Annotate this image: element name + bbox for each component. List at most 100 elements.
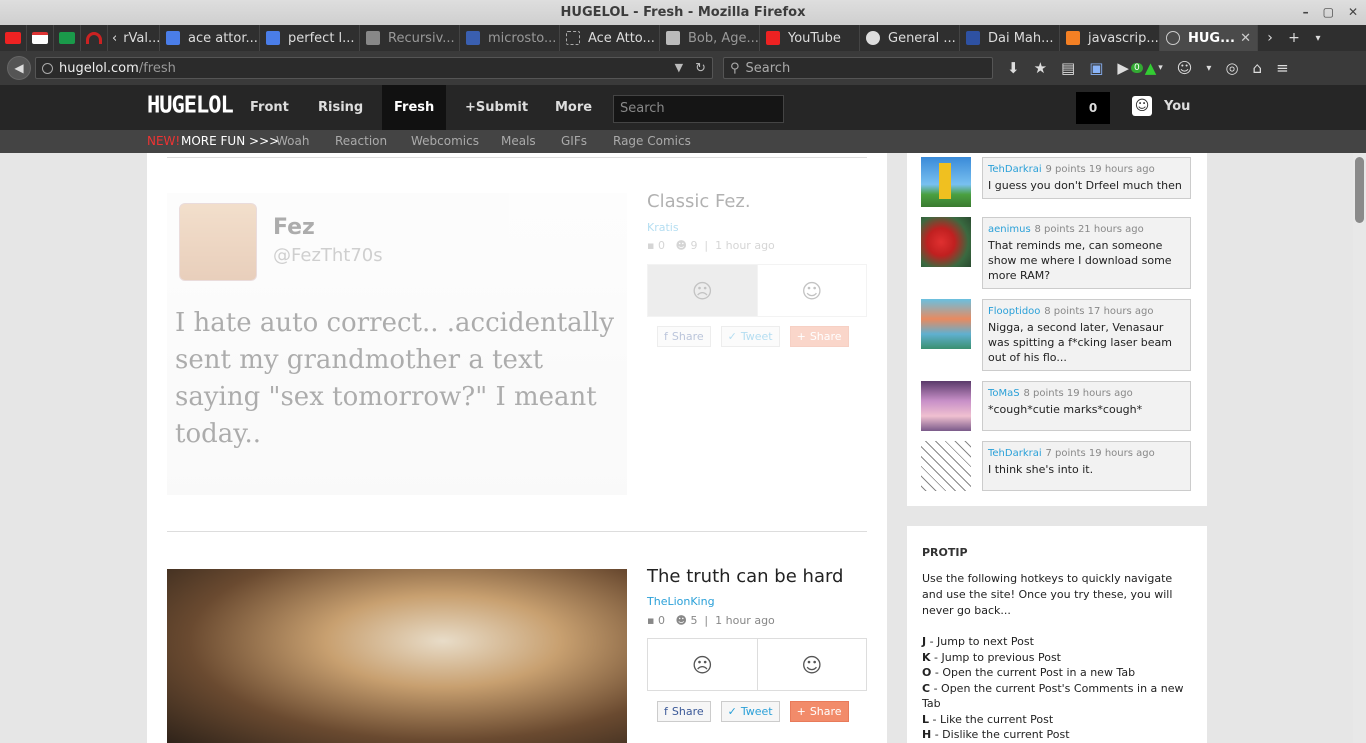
tweet-button[interactable]: ✓ Tweet <box>720 326 780 347</box>
hotkey-item: L - Like the current Post <box>922 712 1054 726</box>
gmail-icon <box>32 32 48 44</box>
comment-thumbnail[interactable] <box>921 217 971 267</box>
menu-icon[interactable]: ≡ <box>1276 59 1289 77</box>
post-image[interactable] <box>167 569 627 743</box>
site-logo[interactable]: HUGELOL <box>147 92 234 118</box>
post-image[interactable]: Fez @FezTht70s I hate auto correct.. .ac… <box>167 193 627 495</box>
comment-text: Nigga, a second later, Venasaur was spit… <box>988 321 1172 364</box>
post-title[interactable]: Classic Fez. <box>647 191 751 212</box>
user-avatar-icon: ☺ <box>1132 96 1152 116</box>
page-scrollbar[interactable] <box>1353 153 1366 743</box>
category-reaction[interactable]: Reaction <box>335 130 387 153</box>
new-tab-button[interactable]: + <box>1282 25 1306 51</box>
comment-thumbnail[interactable] <box>921 441 971 491</box>
minimize-button[interactable]: – <box>1303 0 1309 25</box>
gplus-share-button[interactable]: + Share <box>789 326 849 347</box>
notification-count[interactable]: 0 <box>1076 92 1110 124</box>
comment-meta: 9 points 19 hours ago <box>1045 164 1155 175</box>
pinned-tab-youtube[interactable] <box>0 25 27 51</box>
chevron-right-icon[interactable]: › <box>1258 25 1282 51</box>
post-author[interactable]: Kratis <box>647 221 679 234</box>
tab-active[interactable]: HUG... ✕ <box>1160 25 1258 51</box>
page-info-icon[interactable] <box>42 62 53 74</box>
tweet-handle: @FezTht70s <box>273 245 383 266</box>
bookmarks-library-icon[interactable]: ▤ <box>1061 59 1075 77</box>
reload-icon[interactable]: ↻ <box>695 61 706 76</box>
close-window-button[interactable]: ✕ <box>1348 0 1358 25</box>
nav-submit[interactable]: +Submit <box>453 85 540 130</box>
tweet-name: Fez <box>273 215 315 240</box>
url-dropdown-icon[interactable]: ▼ <box>675 61 683 76</box>
arc-icon <box>86 32 102 44</box>
download-icon[interactable]: ⬇ <box>1007 59 1020 77</box>
tab[interactable]: YouTube <box>760 25 860 51</box>
dislike-button[interactable]: ☹ <box>648 265 757 316</box>
facebook-share-button[interactable]: f Share <box>657 326 711 347</box>
tab[interactable]: javascrip... <box>1060 25 1160 51</box>
nav-fresh[interactable]: Fresh <box>382 85 447 130</box>
comment-text: I guess you don't Drfeel much then <box>988 179 1182 192</box>
nav-rising[interactable]: Rising <box>306 85 375 130</box>
tweet-button[interactable]: ✓ Tweet <box>720 701 780 722</box>
category-rage-comics[interactable]: Rage Comics <box>613 130 691 153</box>
category-gifs[interactable]: GIFs <box>561 130 587 153</box>
tab[interactable]: microsto... <box>460 25 560 51</box>
spreadsheet-icon <box>59 32 75 44</box>
tab[interactable]: General ... <box>860 25 960 51</box>
tweet-card: Fez @FezTht70s I hate auto correct.. .ac… <box>167 193 627 495</box>
url-bar[interactable]: hugelol.com/fresh ▼ ↻ <box>35 57 713 79</box>
pinned-tab-red[interactable] <box>81 25 108 51</box>
hotkey-item: K - Jump to previous Post <box>922 650 1061 664</box>
category-woah[interactable]: Woah <box>276 130 309 153</box>
comment-user[interactable]: ToMaS <box>988 388 1020 399</box>
comment-meta: 8 points 21 hours ago <box>1034 224 1144 235</box>
pinned-tab-sheets[interactable] <box>54 25 81 51</box>
scrollbar-thumb[interactable] <box>1355 157 1364 223</box>
home-icon[interactable]: ⌂ <box>1253 59 1263 77</box>
tab[interactable]: Bob, Age... <box>660 25 760 51</box>
nav-front[interactable]: Front <box>238 85 301 130</box>
like-button[interactable]: ☺ <box>756 265 867 316</box>
globe-icon[interactable]: ◎ <box>1225 59 1238 77</box>
comment-user[interactable]: Flooptidoo <box>988 306 1040 317</box>
tab[interactable]: Dai Mah... <box>960 25 1060 51</box>
comment-thumbnail[interactable] <box>921 381 971 431</box>
tab[interactable]: perfect l... <box>260 25 360 51</box>
comment-user[interactable]: TehDarkrai <box>988 448 1042 459</box>
tab[interactable]: ace attor... <box>160 25 260 51</box>
category-meals[interactable]: Meals <box>501 130 536 153</box>
post-title[interactable]: The truth can be hard <box>647 566 843 587</box>
dislike-button[interactable]: ☹ <box>648 639 757 690</box>
tab[interactable]: ‹ rVal... <box>108 25 160 51</box>
protip-panel: PROTIP Use the following hotkeys to quic… <box>907 526 1207 743</box>
post-author[interactable]: TheLionKing <box>647 595 715 608</box>
tab[interactable]: Ace Atto... <box>560 25 660 51</box>
facebook-share-button[interactable]: f Share <box>657 701 711 722</box>
nav-more[interactable]: More <box>543 85 604 130</box>
browser-search-input[interactable]: ⚲ Search <box>723 57 993 79</box>
bookmark-star-icon[interactable]: ★ <box>1034 59 1047 77</box>
tab-list-icon[interactable]: ▾ <box>1306 25 1330 51</box>
back-button[interactable]: ◀ <box>7 56 31 80</box>
comment-thumbnail[interactable] <box>921 299 971 349</box>
google-icon <box>266 31 280 45</box>
user-menu[interactable]: ☺ You <box>1132 96 1190 116</box>
site-search-input[interactable]: Search <box>613 95 784 123</box>
comment-icon: ▪ <box>647 239 655 252</box>
comment-thumbnail[interactable] <box>921 157 971 207</box>
reader-icon[interactable]: ▣ <box>1089 59 1103 77</box>
gplus-share-button[interactable]: + Share <box>789 701 849 722</box>
close-tab-icon[interactable]: ✕ <box>1240 31 1251 46</box>
window-title: HUGELOL - Fresh - Mozilla Firefox <box>560 5 806 20</box>
category-webcomics[interactable]: Webcomics <box>411 130 479 153</box>
comment-user[interactable]: TehDarkrai <box>988 164 1042 175</box>
comment-user[interactable]: aenimus <box>988 224 1031 235</box>
tab[interactable]: Recursiv... <box>360 25 460 51</box>
like-button[interactable]: ☺ <box>756 639 867 690</box>
maximize-button[interactable]: ▢ <box>1323 0 1334 25</box>
addon-dropdown-icon[interactable]: ▾ <box>1206 63 1211 74</box>
mal-icon <box>966 31 980 45</box>
media-play-icon[interactable]: ▶ 0 ▲ ▾ <box>1117 59 1162 77</box>
pinned-tab-gmail[interactable] <box>27 25 54 51</box>
addon-icon[interactable]: ☺ <box>1177 59 1193 77</box>
